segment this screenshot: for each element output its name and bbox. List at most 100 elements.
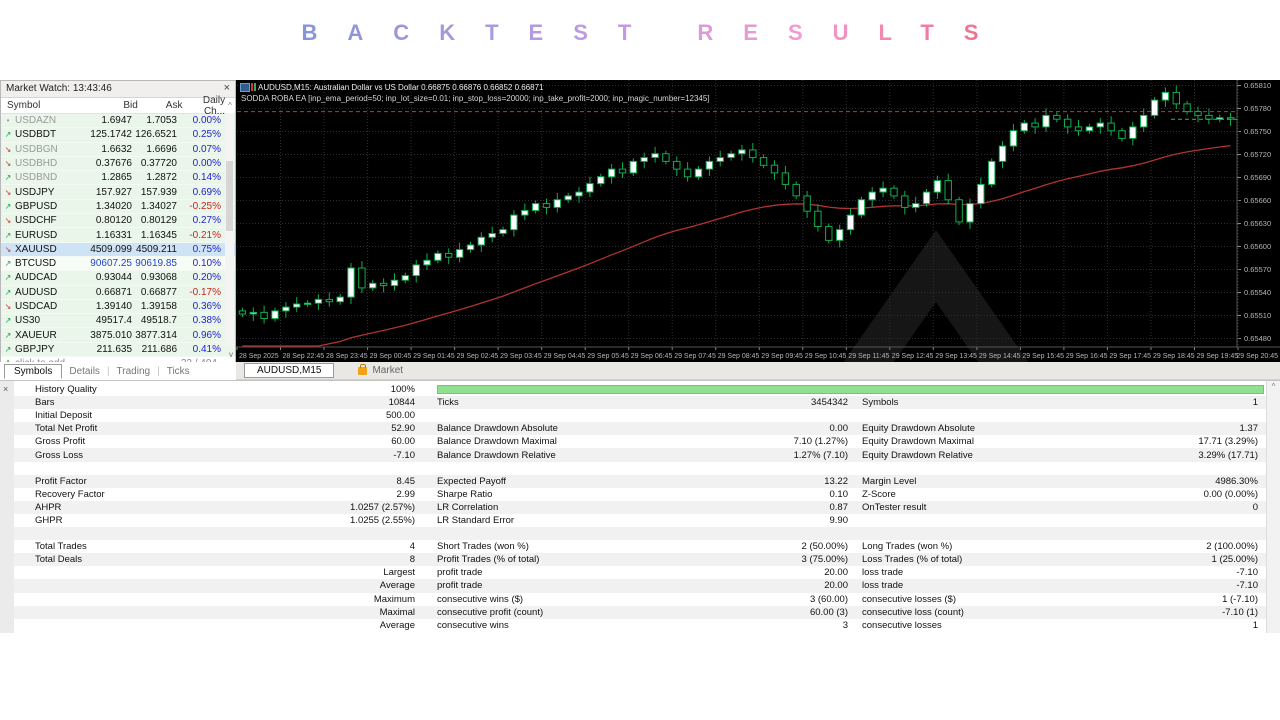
ask-value: 157.939 [140,186,177,198]
stat-label: Recovery Factor [35,488,105,500]
ask-value: 0.80129 [140,215,177,227]
symbol-name: USDBHD [15,158,58,170]
bid-value: 211.635 [96,343,132,355]
market-watch-row-usdbdt[interactable]: ↗ USDBDT 125.1742 126.6521 0.25% [1,128,235,143]
stat-label: History Quality [35,384,97,396]
market-tab[interactable]: Market [358,363,404,376]
stat-value: Maximal [379,606,415,618]
results-row: Maximal consecutive profit (count) 60.00 (… [14,605,1266,619]
svg-text:28 Sep 2025: 28 Sep 2025 [239,353,279,360]
svg-text:28 Sep 22:45: 28 Sep 22:45 [283,353,325,360]
symbol-name: USDCHF [15,215,57,227]
bid-value: 0.37676 [95,158,132,170]
stat-label: consecutive wins ($) [437,593,524,605]
market-watch-row-gbpjpy[interactable]: ↗ GBPJPY 211.635 211.686 0.41% [1,342,235,358]
market-watch-row-gbpusd[interactable]: ↗ GBPUSD 1.34020 1.34027 -0.25% [1,199,235,215]
svg-text:29 Sep 17:45: 29 Sep 17:45 [1109,353,1151,360]
stat-value: 1 [1252,619,1258,631]
tab-ticks[interactable]: Ticks [160,366,197,377]
column-header-dailych[interactable]: Daily Ch... [182,95,225,117]
stat-label: Expected Payoff [437,475,507,487]
down-arrow-icon: ↘ [4,159,12,169]
down-arrow-icon: ↘ [4,144,12,154]
symbol-name: GBPUSD [15,200,58,212]
market-watch-column-headers[interactable]: Symbol Bid Ask Daily Ch... ^ [1,95,235,117]
svg-text:0.65810: 0.65810 [1244,81,1271,90]
results-row [14,462,1266,475]
price-chart[interactable]: 0.65810 0.65780 0.65750 0.65720 0.65690 0.656… [236,80,1280,362]
close-icon[interactable]: × [3,384,8,394]
symbol-name: US30 [15,315,41,327]
tab-details[interactable]: Details [62,366,107,377]
market-watch-row-usdbgn[interactable]: ↘ USDBGN 1.6632 1.6696 0.07% [1,142,235,157]
market-watch-scrollbar[interactable] [225,113,234,346]
stat-value: 7.10 (1.27%) [793,436,848,448]
market-tab-label: Market [372,365,404,376]
stat-value: 1.0257 (2.57%) [350,501,415,513]
market-watch-row-usdjpy[interactable]: ↘ USDJPY 157.927 157.939 0.69% [1,185,235,200]
market-watch-row-usdchf[interactable]: ↘ USDCHF 0.80120 0.80129 0.27% [1,214,235,229]
market-watch-row-usdcad[interactable]: ↘ USDCAD 1.39140 1.39158 0.36% [1,299,235,315]
bid-value: 0.80120 [95,215,132,227]
ask-value: 1.2872 [146,172,177,184]
results-row: Maximum consecutive wins ($) 3 (60.00) cons… [14,593,1266,606]
scroll-up-icon[interactable]: ^ [225,101,235,110]
svg-text:29 Sep 10:45: 29 Sep 10:45 [805,353,847,360]
daily-change-value: 0.38% [192,315,221,327]
results-row: Largest profit trade 20.00 loss trade -7.10 [14,566,1266,579]
symbol-name: USDCAD [15,301,58,312]
results-row: Average consecutive wins 3 consecutive loss… [14,619,1266,632]
results-row [14,527,1266,541]
results-scrollbar[interactable]: ^ [1266,381,1280,633]
market-watch-row-usdbhd[interactable]: ↘ USDBHD 0.37676 0.37720 0.00% [1,156,235,172]
symbol-name: XAUUSD [15,243,57,255]
ask-value: 126.6521 [135,129,177,141]
stat-value: Largest [383,567,415,579]
tab-symbols[interactable]: Symbols [4,363,63,379]
stat-label: Initial Deposit [35,410,93,422]
market-watch-row-btcusd[interactable]: ↗ BTCUSD 90607.25 90619.85 0.10% [1,256,235,272]
symbol-name: USDJPY [15,186,55,198]
bid-value: 0.93044 [95,272,132,284]
market-watch-row-xaueur[interactable]: ↗ XAUEUR 3875.010 3877.314 0.96% [1,328,235,343]
stat-value: 20.00 [824,580,848,592]
stat-label: consecutive wins [437,619,509,631]
svg-text:29 Sep 18:45: 29 Sep 18:45 [1153,353,1195,360]
stat-label: Z-Score [862,488,896,500]
svg-text:29 Sep 05:45: 29 Sep 05:45 [587,353,629,360]
column-header-bid[interactable]: Bid [92,100,137,111]
column-header-ask[interactable]: Ask [138,100,183,111]
column-header-symbol[interactable]: Symbol [1,100,92,111]
scroll-down-icon[interactable]: v [229,350,233,359]
market-watch-row-audusd[interactable]: ↗ AUDUSD 0.66871 0.66877 -0.17% [1,285,235,300]
up-arrow-icon: ↗ [4,230,12,240]
svg-text:29 Sep 15:45: 29 Sep 15:45 [1022,353,1064,360]
symbol-name: GBPJPY [15,343,55,355]
daily-change-value: 0.27% [192,215,221,227]
tab-trading[interactable]: Trading [110,366,158,377]
market-watch-row-us30[interactable]: ↗ US30 49517.4 49518.7 0.38% [1,314,235,329]
svg-text:0.65780: 0.65780 [1244,104,1271,113]
market-watch-row-xauusd[interactable]: ↘ XAUUSD 4509.099 4509.211 0.75% [1,242,235,257]
daily-change-value: -0.17% [189,286,221,298]
stat-value: Average [379,619,415,631]
svg-text:0.65630: 0.65630 [1244,219,1271,228]
daily-change-value: 0.00% [192,158,221,170]
market-watch-row-usdazn[interactable]: • USDAZN 1.6947 1.7053 0.00% [1,114,235,129]
chart-tab-audusd[interactable]: AUDUSD,M15 [244,363,335,378]
market-watch-row-usdbnd[interactable]: ↗ USDBND 1.2865 1.2872 0.14% [1,171,235,186]
market-watch-row-eurusd[interactable]: ↗ EURUSD 1.16331 1.16345 -0.21% [1,228,235,243]
stat-value: Average [379,580,415,592]
stat-value: 1 (25.00%) [1211,554,1258,566]
stat-label: Total Trades [35,541,87,553]
history-quality-progress-bar [437,385,1264,395]
stat-value: 3454342 [811,397,848,409]
market-watch-row-audcad[interactable]: ↗ AUDCAD 0.93044 0.93068 0.20% [1,271,235,286]
down-arrow-icon: ↘ [4,216,12,226]
scrollbar-thumb[interactable] [226,161,233,231]
stat-value: -7.10 [1236,567,1258,579]
stat-label: Margin Level [862,475,917,487]
bid-value: 1.6632 [101,143,132,155]
scroll-up-icon[interactable]: ^ [1267,382,1280,391]
symbol-name: USDBDT [15,129,57,141]
